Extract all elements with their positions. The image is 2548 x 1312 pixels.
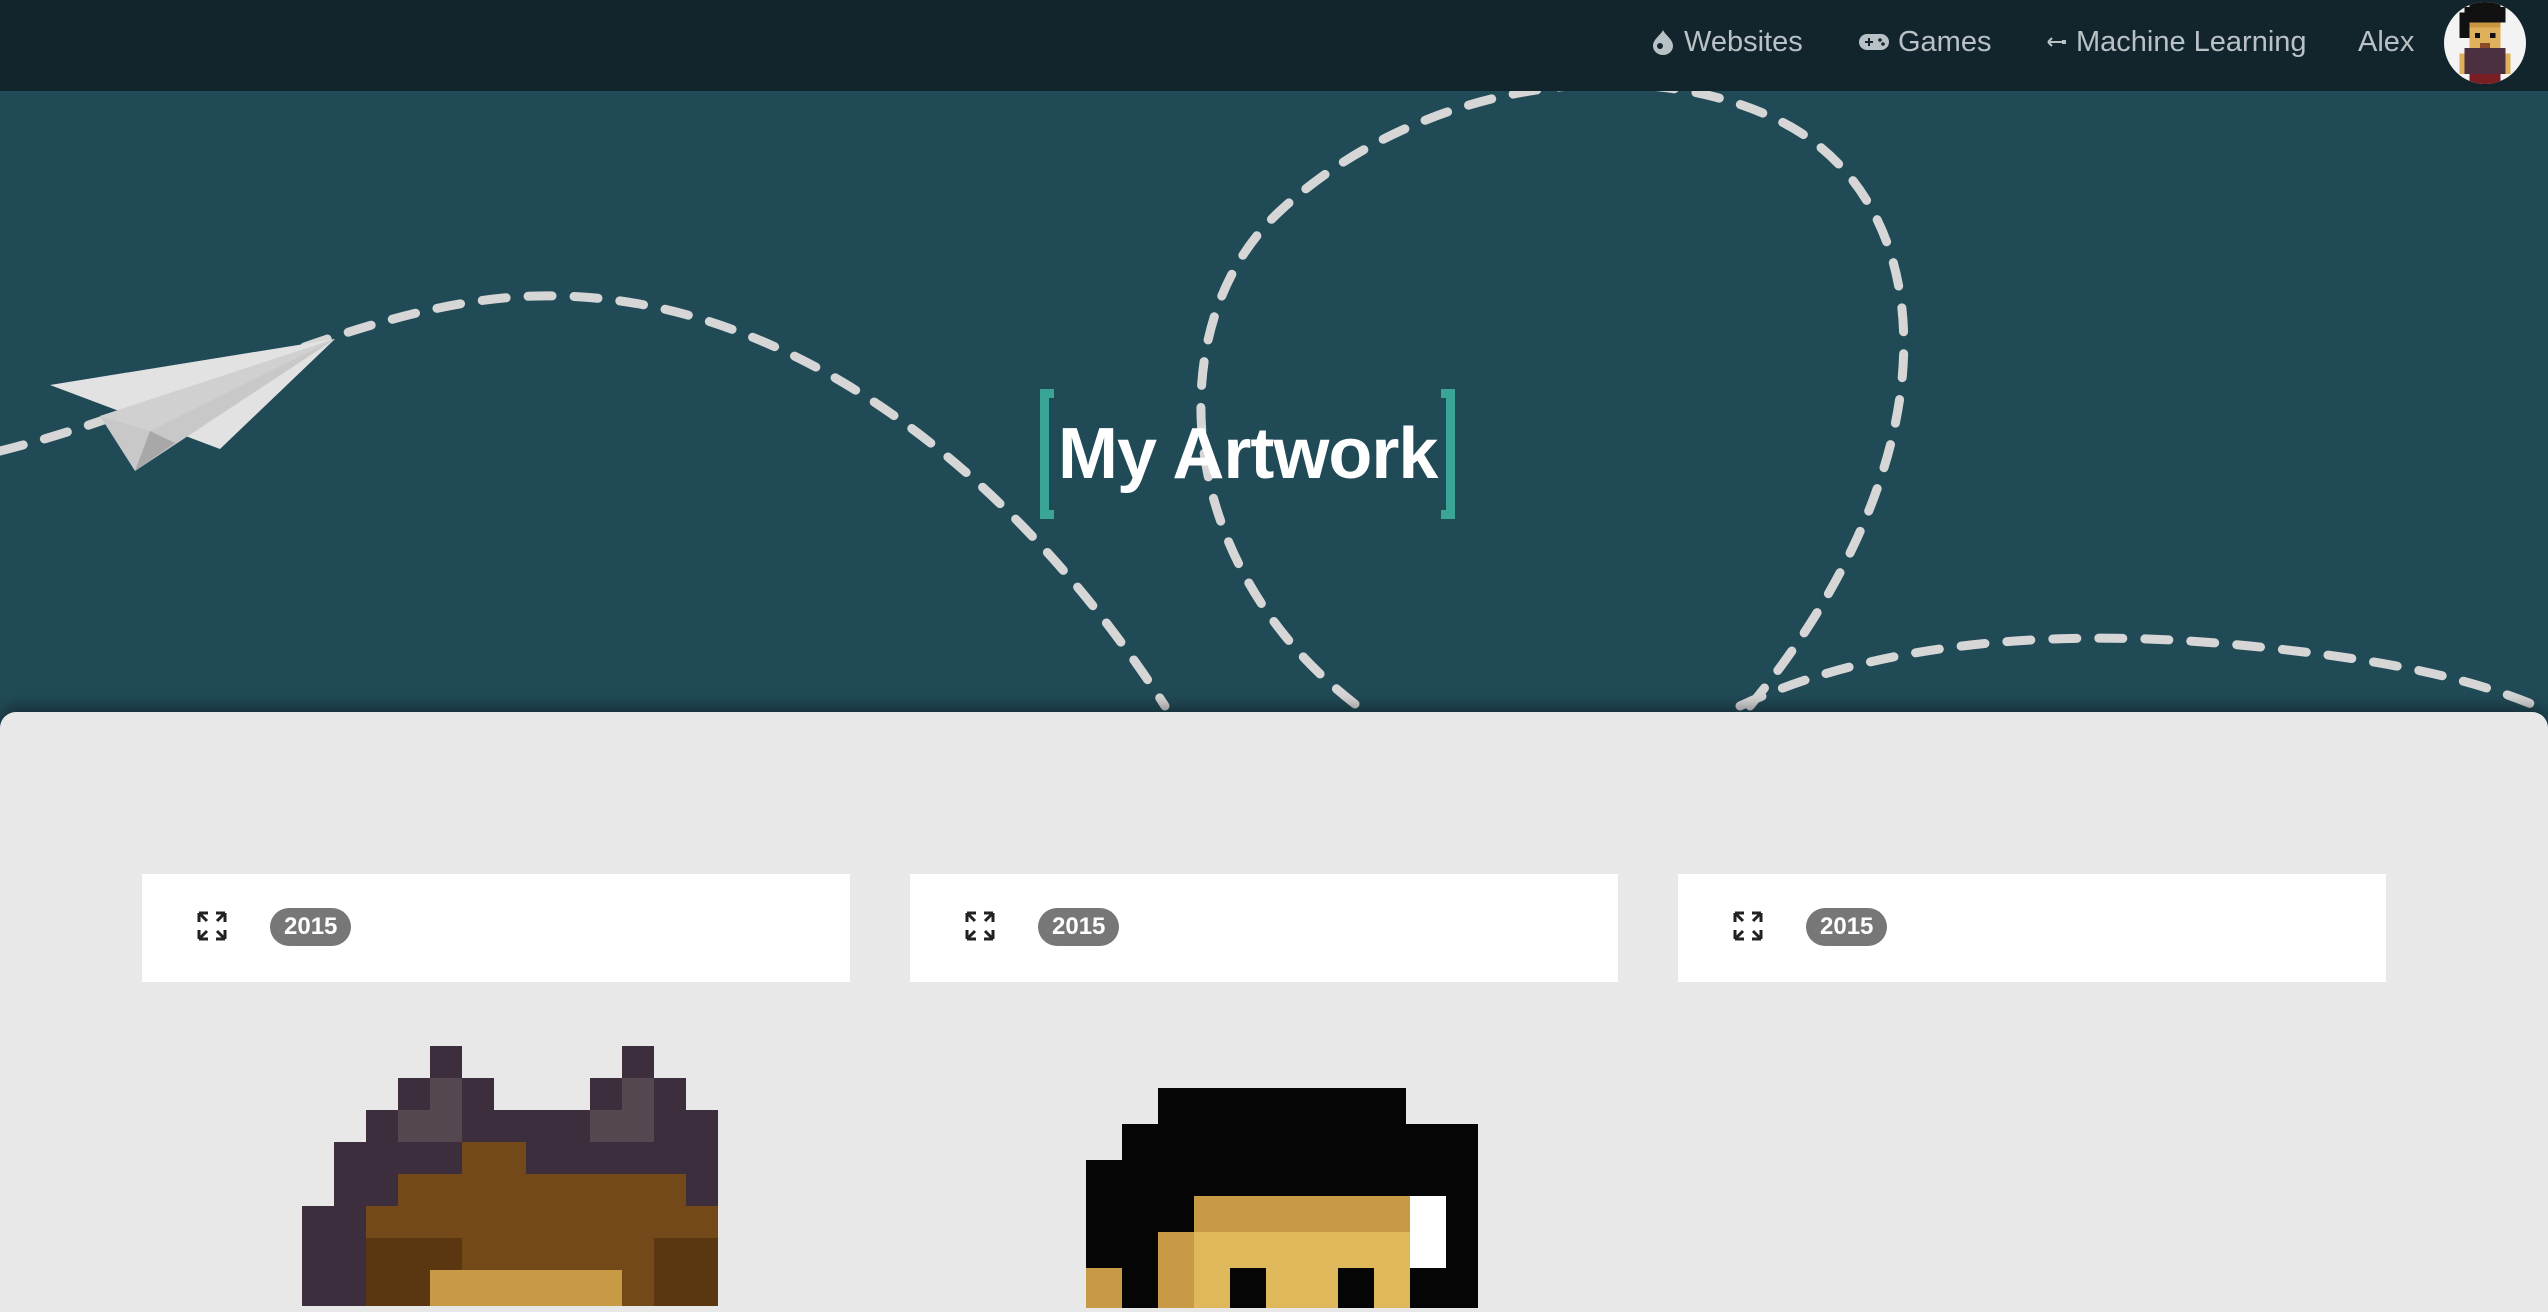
hero-banner: My Artwork — [0, 91, 2548, 711]
paper-plane-icon — [50, 339, 335, 471]
nav-link-websites[interactable]: Websites — [1650, 22, 1803, 62]
arrows-icon — [2046, 29, 2068, 55]
user-avatar[interactable] — [2444, 2, 2526, 84]
page-title-text: My Artwork — [1058, 414, 1438, 494]
year-badge: 2015 — [270, 908, 352, 946]
pixel-art-horned-character[interactable] — [302, 1046, 722, 1306]
nav-user-name[interactable]: Alex — [2358, 22, 2414, 62]
gamepad-icon — [1858, 29, 1890, 55]
nav-label-games: Games — [1898, 25, 1992, 58]
expand-icon[interactable] — [964, 910, 996, 942]
nav-label-websites: Websites — [1684, 25, 1803, 58]
top-navbar: Websites Games Machine Learning Alex — [0, 0, 2548, 91]
page-title: My Artwork — [1040, 387, 1456, 521]
artwork-gallery: 2015 2015 2015 — [0, 712, 2548, 1312]
artwork-card-header: 2015 — [910, 874, 1618, 982]
title-bracket-right — [1441, 389, 1456, 519]
nav-link-machine-learning[interactable]: Machine Learning — [2046, 22, 2307, 62]
pixel-art-dark-hair-character[interactable] — [1086, 1088, 1482, 1308]
artwork-card-header: 2015 — [142, 874, 850, 982]
expand-icon[interactable] — [196, 910, 228, 942]
title-bracket-left — [1040, 389, 1054, 519]
drupal-drop-icon — [1650, 29, 1676, 55]
artwork-card-header: 2015 — [1678, 874, 2386, 982]
nav-label-machine-learning: Machine Learning — [2076, 25, 2307, 58]
nav-link-games[interactable]: Games — [1858, 22, 1991, 62]
expand-icon[interactable] — [1732, 910, 1764, 942]
year-badge: 2015 — [1806, 908, 1888, 946]
year-badge: 2015 — [1038, 908, 1120, 946]
